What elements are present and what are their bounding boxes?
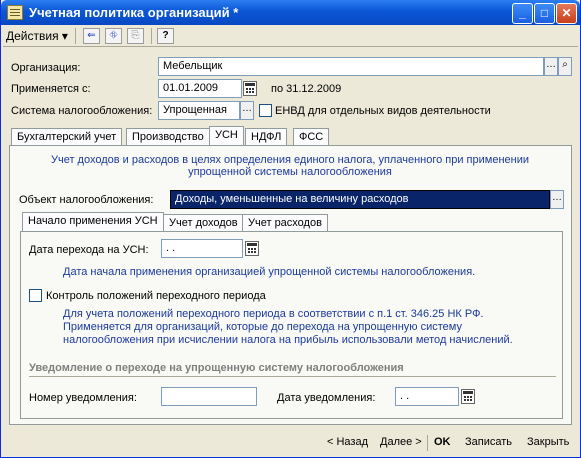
usn-panel: Учет доходов и расходов в целях определе… xyxy=(9,145,572,425)
control-hint: Для учета положений переходного периода … xyxy=(63,308,513,346)
actions-label: Действия xyxy=(6,29,59,43)
main-window: Учетная политика организаций * _ □ ✕ Дей… xyxy=(0,0,581,458)
notice-date-label: Дата уведомления: xyxy=(277,392,376,404)
back-button[interactable]: < Назад xyxy=(327,436,368,448)
applied-date-field[interactable]: 01.01.2009 xyxy=(158,79,242,98)
ok-button[interactable]: OK xyxy=(434,436,451,448)
tax-system-field[interactable]: Упрощенная xyxy=(158,101,240,120)
movements-icon[interactable]: ⛗ xyxy=(105,28,122,44)
notice-calendar-icon[interactable] xyxy=(461,389,475,404)
org-select-button[interactable]: … xyxy=(544,57,558,76)
usn-heading: Учет доходов и расходов в целях определе… xyxy=(50,154,530,178)
control-label: Контроль положений переходного периода xyxy=(46,290,266,302)
object-select-button[interactable]: … xyxy=(550,190,564,209)
toolbar-separator xyxy=(75,28,76,44)
tax-system-label: Система налогообложения: xyxy=(11,105,153,117)
document-icon xyxy=(7,5,23,20)
envd-label: ЕНВД для отдельных видов деятельности xyxy=(275,105,491,117)
subtab-income[interactable]: Учет доходов xyxy=(163,214,244,232)
subtab-start[interactable]: Начало применения УСН xyxy=(22,212,164,232)
bottom-separator xyxy=(427,435,428,451)
subtab-expenses[interactable]: Учет расходов xyxy=(242,214,328,232)
control-checkbox[interactable] xyxy=(29,289,42,302)
minimize-button[interactable]: _ xyxy=(512,3,533,24)
copy-icon[interactable]: ⎘ xyxy=(127,28,144,44)
applied-to-text: по 31.12.2009 xyxy=(271,83,342,95)
transition-calendar-icon[interactable] xyxy=(245,241,259,256)
bottom-bar: < Назад Далее > OK Записать Закрыть xyxy=(3,432,578,454)
start-panel: Дата перехода на УСН: . . Дата начала пр… xyxy=(20,231,563,419)
close-button[interactable]: ✕ xyxy=(556,3,577,24)
applied-calendar-icon[interactable] xyxy=(243,81,257,96)
notice-heading: Уведомление о переходе на упрощенную сис… xyxy=(29,362,404,374)
object-field[interactable]: Доходы, уменьшенные на величину расходов xyxy=(170,190,550,209)
actions-menu[interactable]: Действия ▾ xyxy=(6,29,68,43)
close-form-button[interactable]: Закрыть xyxy=(527,436,569,448)
notice-date-field[interactable]: . . xyxy=(395,387,459,406)
notice-number-field[interactable] xyxy=(161,387,257,406)
object-label: Объект налогообложения: xyxy=(19,194,154,206)
org-field[interactable]: Мебельщик xyxy=(158,57,544,76)
toolbar: Действия ▾ ⇐ ⛗ ⎘ ? xyxy=(3,25,578,47)
transition-hint: Дата начала применения организацией упро… xyxy=(63,266,476,278)
tax-system-select-button[interactable]: … xyxy=(240,101,254,120)
toolbar-separator xyxy=(151,28,152,44)
notice-number-label: Номер уведомления: xyxy=(29,392,137,404)
next-button[interactable]: Далее > xyxy=(380,436,422,448)
notice-divider xyxy=(29,376,556,377)
org-open-button[interactable]: ⌕ xyxy=(558,57,572,76)
title-bar: Учетная политика организаций * _ □ ✕ xyxy=(1,0,580,25)
tab-usn[interactable]: УСН xyxy=(209,126,244,146)
transition-label: Дата перехода на УСН: xyxy=(29,244,149,256)
tab-ndfl[interactable]: НДФЛ xyxy=(245,128,288,146)
window-title: Учетная политика организаций * xyxy=(29,5,239,20)
navigate-back-icon[interactable]: ⇐ xyxy=(83,28,100,44)
org-label: Организация: xyxy=(11,62,81,74)
envd-checkbox[interactable] xyxy=(259,104,272,117)
transition-date-field[interactable]: . . xyxy=(161,239,243,258)
tab-production[interactable]: Производство xyxy=(126,128,210,146)
save-button[interactable]: Записать xyxy=(465,436,512,448)
help-icon[interactable]: ? xyxy=(157,28,174,44)
maximize-button[interactable]: □ xyxy=(534,3,555,24)
tab-fss[interactable]: ФСС xyxy=(293,128,330,146)
tab-accounting[interactable]: Бухгалтерский учет xyxy=(11,128,123,146)
applied-label: Применяется с: xyxy=(11,83,91,95)
